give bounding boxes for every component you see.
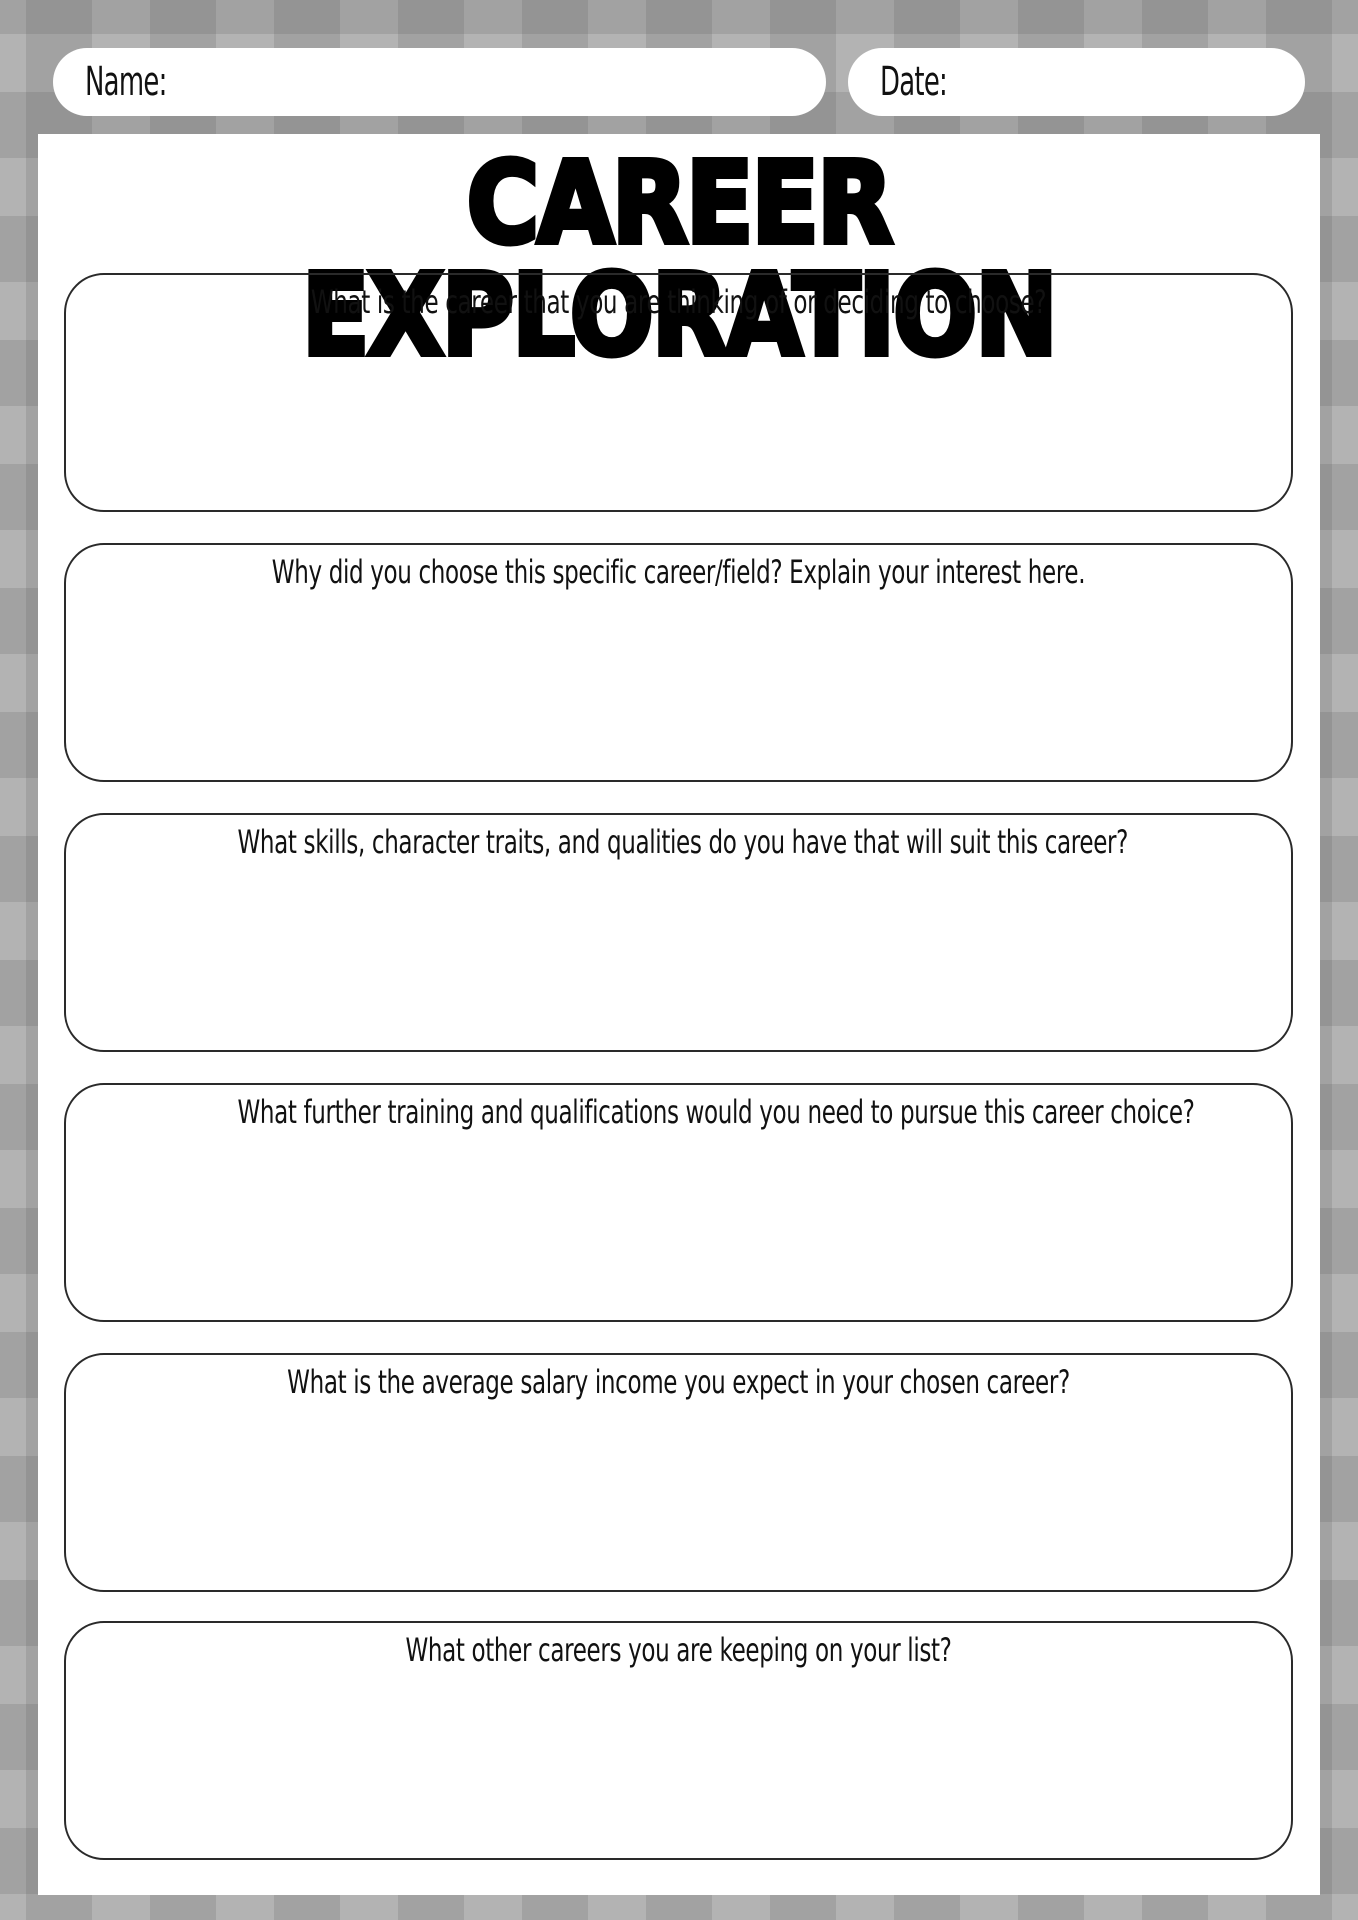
question-text: What other careers you are keeping on yo… [405,1631,952,1669]
answer-area[interactable] [96,605,1261,760]
question-box-other-careers: What other careers you are keeping on yo… [64,1621,1293,1860]
question-text: What further training and qualifications… [237,1093,1195,1131]
worksheet-paper: CAREER EXPLORATION What is the career th… [38,134,1320,1895]
question-box-training: What further training and qualifications… [64,1083,1293,1322]
question-box-reason: Why did you choose this specific career/… [64,543,1293,782]
answer-area[interactable] [96,1145,1261,1300]
question-box-salary: What is the average salary income you ex… [64,1353,1293,1592]
answer-area[interactable] [96,875,1261,1030]
date-label: Date: [880,59,948,105]
answer-area[interactable] [96,1415,1261,1570]
question-text: What is the average salary income you ex… [287,1363,1070,1401]
answer-area[interactable] [96,1683,1261,1838]
question-text: What is the career that you are thinking… [310,283,1047,321]
name-label: Name: [85,59,167,105]
question-box-career-choice: What is the career that you are thinking… [64,273,1293,512]
name-field[interactable]: Name: [53,48,826,116]
question-text: What skills, character traits, and quali… [237,823,1129,861]
question-text: Why did you choose this specific career/… [271,553,1086,591]
answer-area[interactable] [96,335,1261,490]
question-box-skills: What skills, character traits, and quali… [64,813,1293,1052]
date-field[interactable]: Date: [848,48,1305,116]
